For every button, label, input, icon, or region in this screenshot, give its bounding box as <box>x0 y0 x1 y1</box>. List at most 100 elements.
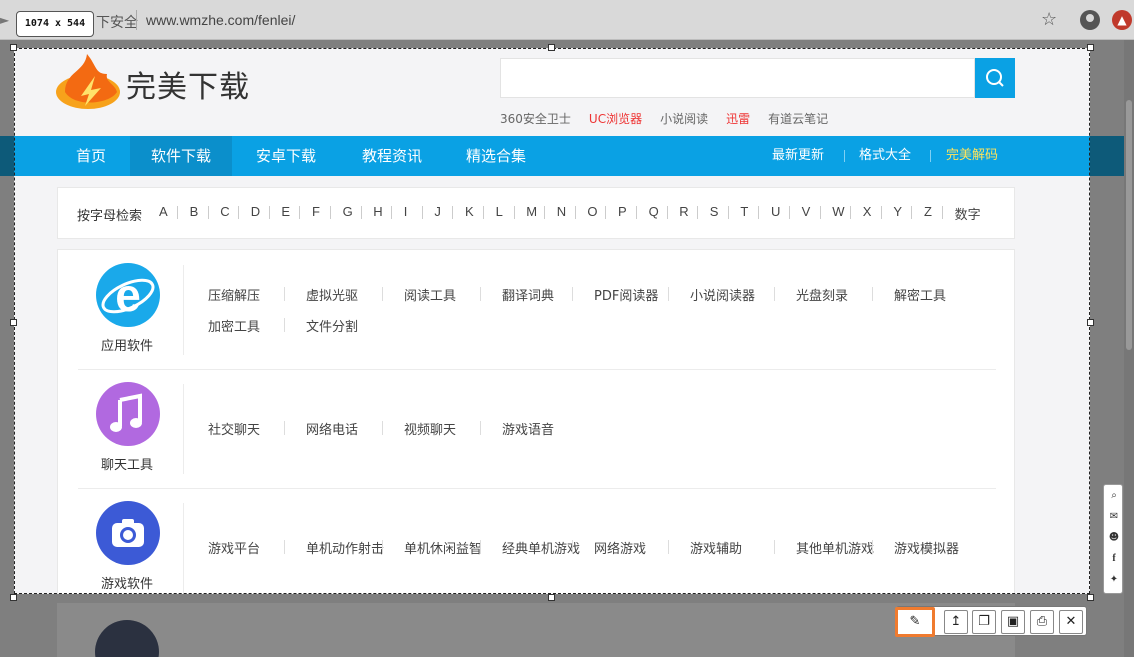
music-icon[interactable] <box>96 382 160 446</box>
site-logo-text[interactable]: 完美下载 <box>126 62 250 106</box>
search-icon[interactable]: ⌕ <box>1107 489 1121 503</box>
copy-icon[interactable]: ❐ <box>972 610 996 634</box>
extension-icon[interactable]: ▲ <box>1112 10 1132 30</box>
subcategory-link[interactable]: 单机动作射击 <box>306 538 384 557</box>
subcategory-link[interactable]: 社交聊天 <box>208 419 260 438</box>
alpha-letter[interactable]: T <box>740 204 748 219</box>
nav-software[interactable]: 软件下载 <box>130 136 232 176</box>
subcategory-link[interactable]: 其他单机游戏 <box>796 538 874 557</box>
alpha-letter[interactable]: C <box>220 204 229 219</box>
twitter-icon[interactable]: ✦ <box>1107 573 1121 587</box>
hotlink-item[interactable]: 小说阅读 <box>660 112 708 126</box>
subcategory-link[interactable]: 游戏语音 <box>502 419 554 438</box>
alpha-letter[interactable]: Q <box>649 204 659 219</box>
subcategory-separator <box>572 287 573 301</box>
resize-handle[interactable] <box>10 44 17 51</box>
subcategory-link[interactable]: 阅读工具 <box>404 285 456 304</box>
category-name[interactable]: 聊天工具 <box>96 454 158 473</box>
nav-latest-updates[interactable]: 最新更新 <box>772 136 824 176</box>
resize-handle[interactable] <box>10 594 17 601</box>
hotlink-item[interactable]: 迅雷 <box>726 112 750 126</box>
upload-icon[interactable]: ↥ <box>944 610 968 634</box>
close-icon[interactable]: ✕ <box>1059 610 1083 634</box>
hotlink-item[interactable]: 360安全卫士 <box>500 112 571 126</box>
alpha-letter[interactable]: X <box>863 204 872 219</box>
resize-handle[interactable] <box>548 44 555 51</box>
alpha-letter[interactable]: G <box>343 204 353 219</box>
facebook-icon[interactable]: f <box>1107 552 1121 566</box>
nav-formats[interactable]: 格式大全 <box>859 136 911 176</box>
alpha-letter[interactable]: E <box>281 204 290 219</box>
capture-region[interactable]: 完美下载 360安全卫士 UC浏览器 小说阅读 迅雷 有道云笔记 首页 软件下载 安卓下… <box>14 48 1090 594</box>
camera-icon[interactable] <box>96 501 160 565</box>
alpha-letter[interactable]: H <box>373 204 382 219</box>
print-icon[interactable]: ⎙ <box>1030 610 1054 634</box>
dimmed-category-card <box>57 603 1015 657</box>
subcategory-link[interactable]: 游戏辅助 <box>690 538 742 557</box>
back-arrow-icon[interactable]: ► <box>0 13 9 27</box>
subcategory-link[interactable]: 加密工具 <box>208 316 260 335</box>
pencil-icon[interactable]: ✎ <box>895 607 935 637</box>
subcategory-link[interactable]: 翻译词典 <box>502 285 554 304</box>
alpha-letter[interactable]: D <box>251 204 260 219</box>
alpha-letter[interactable]: A <box>159 204 168 219</box>
reddit-icon[interactable]: ☻ <box>1107 531 1121 545</box>
subcategory-link[interactable]: 单机休闲益智 <box>404 538 482 557</box>
alpha-letter[interactable]: F <box>312 204 320 219</box>
subcategory-link[interactable]: 游戏平台 <box>208 538 260 557</box>
account-icon[interactable] <box>1080 10 1100 30</box>
search-input[interactable] <box>500 58 975 98</box>
alpha-letter[interactable]: M <box>526 204 537 219</box>
alpha-letter[interactable]: U <box>771 204 780 219</box>
address-bar-url[interactable]: www.wmzhe.com/fenlei/ <box>146 12 295 28</box>
save-icon[interactable]: ▣ <box>1001 610 1025 634</box>
bookmark-star-icon[interactable]: ☆ <box>1041 9 1057 30</box>
alpha-letter[interactable]: 数字 <box>955 204 981 223</box>
alpha-letter[interactable]: B <box>190 204 199 219</box>
resize-handle[interactable] <box>1087 594 1094 601</box>
subcategory-link[interactable]: 解密工具 <box>894 285 946 304</box>
nav-android[interactable]: 安卓下载 <box>236 136 336 176</box>
subcategory-link[interactable]: 压缩解压 <box>208 285 260 304</box>
nav-home[interactable]: 首页 <box>55 136 127 176</box>
subcategory-link[interactable]: 网络游戏 <box>594 538 646 557</box>
ie-icon[interactable]: e <box>96 263 160 327</box>
alpha-letter[interactable]: O <box>587 204 597 219</box>
alpha-letter[interactable]: L <box>496 204 503 219</box>
nav-tutorials[interactable]: 教程资讯 <box>342 136 442 176</box>
search-button[interactable] <box>975 58 1015 98</box>
mail-icon[interactable]: ✉ <box>1107 510 1121 524</box>
alpha-letter[interactable]: P <box>618 204 627 219</box>
subcategory-link[interactable]: 经典单机游戏 <box>502 538 580 557</box>
alpha-letter[interactable]: J <box>434 204 441 219</box>
subcategory-link[interactable]: 虚拟光驱 <box>306 285 358 304</box>
subcategory-link[interactable]: 小说阅读器 <box>690 285 755 304</box>
alpha-letter[interactable]: N <box>557 204 566 219</box>
hotlink-item[interactable]: 有道云笔记 <box>768 112 828 126</box>
alpha-letter[interactable]: R <box>679 204 688 219</box>
subcategory-link[interactable]: 网络电话 <box>306 419 358 438</box>
category-name[interactable]: 游戏软件 <box>96 573 158 592</box>
alpha-letter[interactable]: S <box>710 204 719 219</box>
alpha-letter[interactable]: Z <box>924 204 932 219</box>
hotlink-item[interactable]: UC浏览器 <box>589 112 642 126</box>
alpha-letter[interactable]: Y <box>893 204 902 219</box>
resize-handle[interactable] <box>10 319 17 326</box>
nav-perfect-decoder[interactable]: 完美解码 <box>946 136 998 176</box>
alpha-letter[interactable]: I <box>404 204 408 219</box>
resize-handle[interactable] <box>548 594 555 601</box>
category-name[interactable]: 应用软件 <box>96 335 158 354</box>
nav-collections[interactable]: 精选合集 <box>446 136 546 176</box>
subcategory-link[interactable]: 文件分割 <box>306 316 358 335</box>
alpha-letter[interactable]: V <box>802 204 811 219</box>
subcategory-link[interactable]: 光盘刻录 <box>796 285 848 304</box>
alpha-letter[interactable]: K <box>465 204 474 219</box>
scrollbar-thumb[interactable] <box>1126 100 1132 350</box>
resize-handle[interactable] <box>1087 44 1094 51</box>
resize-handle[interactable] <box>1087 319 1094 326</box>
subcategory-link[interactable]: 游戏模拟器 <box>894 538 959 557</box>
flame-logo-icon[interactable] <box>55 52 125 110</box>
subcategory-link[interactable]: PDF阅读器 <box>594 285 658 304</box>
subcategory-link[interactable]: 视频聊天 <box>404 419 456 438</box>
alpha-letter[interactable]: W <box>832 204 844 219</box>
